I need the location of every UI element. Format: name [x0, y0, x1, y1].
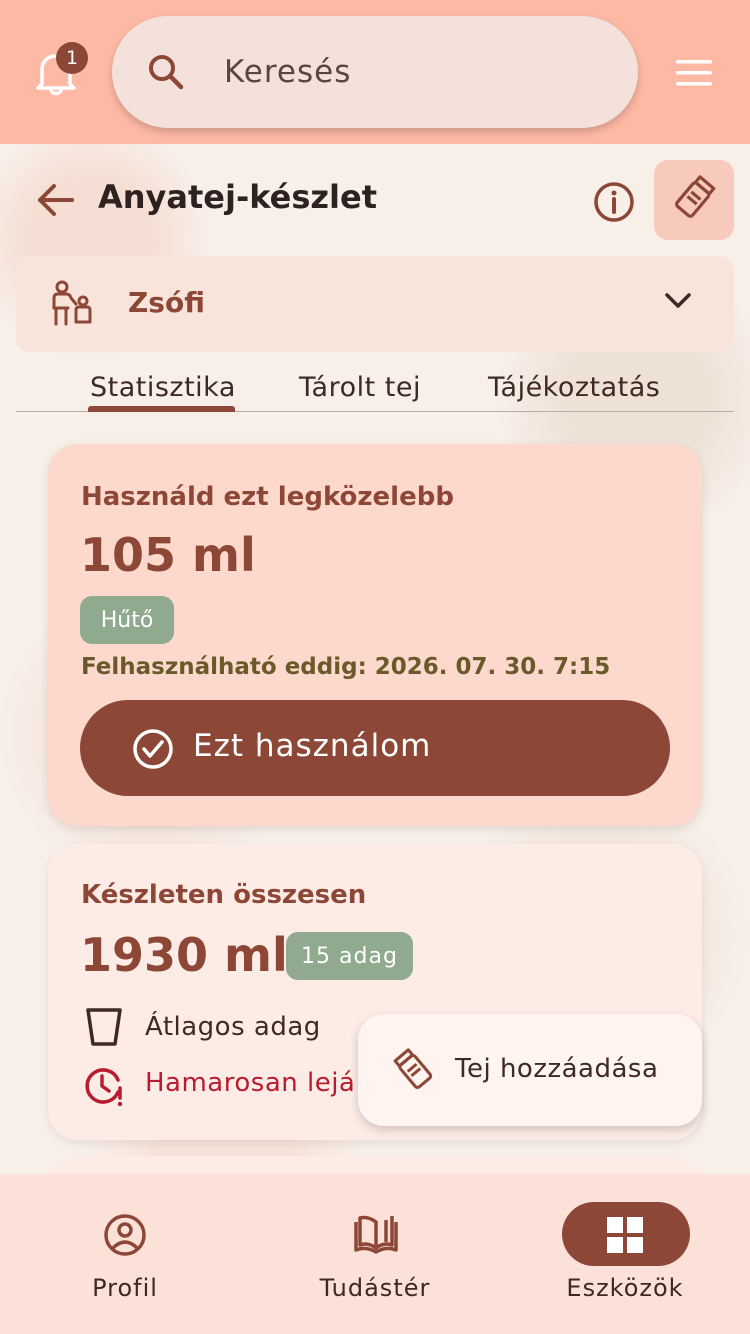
next-use-amount: 105 ml	[80, 528, 256, 582]
tab-statistics[interactable]: Statisztika	[90, 372, 236, 403]
portion-count-chip: 15 adag	[286, 932, 413, 980]
active-tab-indicator	[88, 406, 235, 412]
profile-icon	[102, 1212, 148, 1262]
nav-item-profile[interactable]: Profil	[0, 1174, 250, 1334]
search-icon	[146, 52, 186, 96]
expiring-soon-label: Hamarosan lejá	[145, 1068, 356, 1098]
parent-child-icon	[50, 280, 94, 332]
milk-bag-icon	[392, 1048, 436, 1096]
stock-total-amount: 1930 ml	[80, 928, 288, 982]
page-header: Anyatej-készlet	[0, 160, 750, 240]
add-milk-label: Tej hozzáadása	[455, 1054, 659, 1084]
next-use-card: Használd ezt legközelebb 105 ml Hűtő Fel…	[48, 444, 702, 826]
notification-count-badge: 1	[56, 42, 88, 74]
back-arrow-icon[interactable]	[36, 182, 74, 222]
bottom-navigation: Profil Tudástér Eszközök	[0, 1174, 750, 1334]
use-this-button[interactable]: Ezt használom	[80, 700, 670, 796]
nav-label-tools: Eszközök	[566, 1274, 684, 1302]
expiry-text: Felhasználható eddig: 2026. 07. 30. 7:15	[81, 654, 611, 680]
book-icon	[352, 1212, 400, 1262]
tab-stored-milk[interactable]: Tárolt tej	[299, 372, 421, 403]
use-this-label: Ezt használom	[193, 728, 432, 764]
grid-icon	[606, 1216, 644, 1258]
chevron-down-icon	[664, 292, 692, 314]
milk-label-button[interactable]	[654, 160, 734, 240]
top-app-bar: 1	[0, 0, 750, 144]
tab-bar: Statisztika Tárolt tej Tájékoztatás	[16, 360, 734, 412]
stock-total-label: Készleten összesen	[81, 880, 367, 910]
check-circle-icon	[132, 728, 174, 773]
child-name: Zsófi	[128, 286, 205, 319]
milk-bag-icon	[671, 175, 717, 225]
page-title: Anyatej-készlet	[98, 178, 378, 216]
next-use-label: Használd ezt legközelebb	[81, 482, 454, 512]
child-selector[interactable]: Zsófi	[16, 256, 734, 352]
nav-label-profile: Profil	[92, 1274, 158, 1302]
cup-icon	[84, 1006, 124, 1052]
search-bar[interactable]	[112, 16, 638, 128]
nav-item-knowledge[interactable]: Tudástér	[250, 1174, 500, 1334]
search-input[interactable]	[224, 46, 604, 98]
info-icon[interactable]	[592, 180, 636, 228]
tab-information[interactable]: Tájékoztatás	[488, 372, 660, 403]
hamburger-menu-icon[interactable]	[676, 60, 712, 86]
nav-item-tools[interactable]: Eszközök	[500, 1174, 750, 1334]
clock-warning-icon	[82, 1064, 126, 1112]
nav-label-knowledge: Tudástér	[319, 1274, 431, 1302]
add-milk-button[interactable]: Tej hozzáadása	[358, 1014, 702, 1126]
average-portion-label: Átlagos adag	[145, 1012, 321, 1042]
storage-chip: Hűtő	[80, 596, 174, 644]
